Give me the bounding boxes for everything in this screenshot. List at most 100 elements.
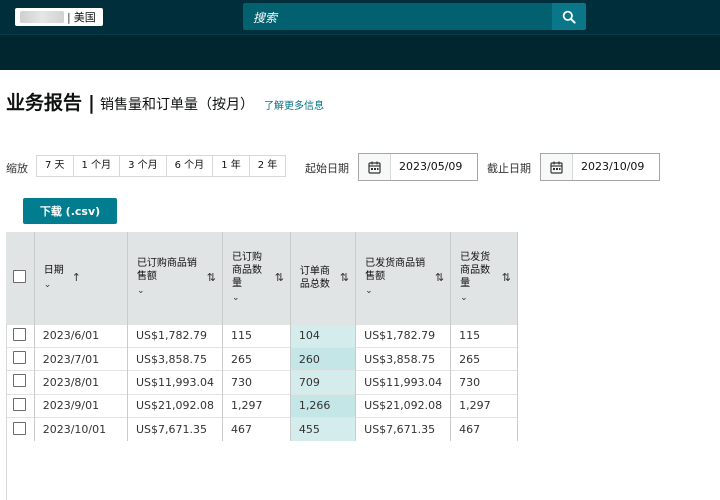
marketplace-selector[interactable]: | 美国 (15, 8, 103, 26)
column-label: 订单商品总数 (299, 265, 330, 290)
cell-ordered-sales: US$3,858.75 (127, 346, 223, 371)
row-checkbox[interactable] (13, 397, 27, 411)
cell-ordered-sales: US$11,993.04 (127, 370, 223, 395)
zoom-1-month[interactable]: 1 个月 (73, 156, 121, 176)
cell-ordered-units: 115 (222, 323, 291, 348)
sort-icon[interactable]: ⇅ (275, 271, 284, 284)
cell-date: 2023/10/01 (34, 417, 128, 441)
calendar-icon[interactable] (359, 154, 391, 180)
column-label: 已订购商品数量 (231, 251, 262, 289)
table-row: 2023/7/01 US$3,858.75 265 260 US$3,858.7… (6, 346, 518, 371)
cell-date: 2023/7/01 (34, 346, 128, 371)
column-header-ordered-sales[interactable]: 已订购商品销售额 ⌄ ⇅ (127, 232, 223, 324)
cell-ordered-units: 1,297 (222, 393, 291, 418)
cell-shipped-units: 467 (450, 417, 518, 441)
cell-shipped-sales: US$1,782.79 (355, 323, 452, 348)
cell-total-order-items: 709 (290, 370, 357, 395)
top-nav-bar: | 美国 搜索 (0, 0, 720, 34)
table-header-row: 日期 ⌄ ↑ 已订购商品销售额 ⌄ ⇅ 已订购商品数量 ⌄ ⇅ 订单商品总数 ⇅… (6, 232, 518, 324)
cell-total-order-items: 455 (290, 417, 357, 441)
column-label: 已订购商品销售额 (136, 258, 197, 283)
start-date-value[interactable]: 2023/05/09 (391, 154, 470, 180)
row-checkbox[interactable] (13, 374, 27, 388)
search-box[interactable]: 搜索 (243, 3, 586, 30)
row-checkbox[interactable] (13, 421, 27, 435)
select-all-checkbox[interactable] (13, 269, 27, 283)
cell-ordered-units: 467 (222, 417, 291, 441)
sort-icon[interactable]: ⇅ (435, 271, 444, 284)
zoom-7-days[interactable]: 7 天 (37, 156, 74, 176)
zoom-label: 缩放 (6, 162, 28, 175)
column-header-shipped-sales[interactable]: 已发货商品销售额 ⌄ ⇅ (355, 232, 452, 324)
cell-ordered-sales: US$1,782.79 (127, 323, 223, 348)
marketplace-label: 美国 (73, 11, 96, 24)
search-placeholder[interactable]: 搜索 (253, 9, 277, 26)
zoom-6-months[interactable]: 6 个月 (166, 156, 214, 176)
zoom-3-months[interactable]: 3 个月 (120, 156, 167, 176)
chevron-down-icon[interactable]: ⌄ (460, 292, 496, 305)
chevron-down-icon[interactable]: ⌄ (137, 285, 197, 298)
chevron-down-icon[interactable]: ⌄ (44, 279, 68, 292)
cell-total-order-items: 104 (290, 323, 357, 348)
column-label: 日期 (43, 264, 64, 276)
zoom-2-years[interactable]: 2 年 (249, 156, 286, 176)
column-header-shipped-units[interactable]: 已发货商品数量 ⌄ ⇅ (450, 232, 518, 324)
page-title: 业务报告 (6, 92, 83, 114)
zoom-button-group: 7 天 1 个月 3 个月 6 个月 1 年 2 年 (36, 155, 287, 177)
row-checkbox[interactable] (13, 351, 27, 365)
chevron-down-icon[interactable]: ⌄ (365, 285, 425, 298)
report-subtitle: 销售量和订单量（按月） (99, 97, 254, 113)
title-divider: | (88, 92, 95, 114)
cell-shipped-sales: US$3,858.75 (355, 346, 452, 371)
start-date-label: 起始日期 (305, 162, 349, 175)
sort-icon[interactable]: ⇅ (340, 271, 349, 284)
cell-shipped-sales: US$7,671.35 (355, 417, 452, 441)
column-header-total-order-items[interactable]: 订单商品总数 ⇅ (290, 232, 357, 324)
cell-date: 2023/9/01 (34, 393, 128, 418)
sales-table: 日期 ⌄ ↑ 已订购商品销售额 ⌄ ⇅ 已订购商品数量 ⌄ ⇅ 订单商品总数 ⇅… (6, 232, 518, 441)
end-date-label: 截止日期 (487, 162, 531, 175)
chevron-down-icon[interactable]: ⌄ (232, 292, 268, 305)
zoom-1-year[interactable]: 1 年 (213, 156, 250, 176)
learn-more-link[interactable]: 了解更多信息 (264, 97, 324, 112)
start-date-picker[interactable]: 2023/05/09 (358, 153, 478, 181)
cell-ordered-units: 265 (222, 346, 291, 371)
end-date-picker[interactable]: 2023/10/09 (540, 153, 660, 181)
cell-shipped-units: 115 (450, 323, 518, 348)
search-icon (562, 10, 576, 24)
cell-date: 2023/8/01 (34, 370, 128, 395)
secondary-nav-bar (0, 34, 720, 70)
blurred-store-name (20, 11, 64, 23)
end-date-value[interactable]: 2023/10/09 (573, 154, 652, 180)
table-row: 2023/10/01 US$7,671.35 467 455 US$7,671.… (6, 417, 518, 441)
sort-ascending-icon[interactable]: ↑ (72, 271, 81, 284)
sales-table-container: 日期 ⌄ ↑ 已订购商品销售额 ⌄ ⇅ 已订购商品数量 ⌄ ⇅ 订单商品总数 ⇅… (6, 232, 518, 441)
cell-shipped-sales: US$11,993.04 (355, 370, 452, 395)
calendar-icon[interactable] (541, 154, 573, 180)
table-row: 2023/9/01 US$21,092.08 1,297 1,266 US$21… (6, 393, 518, 418)
table-row: 2023/6/01 US$1,782.79 115 104 US$1,782.7… (6, 323, 518, 348)
column-label: 已发货商品数量 (460, 251, 491, 289)
cell-total-order-items: 260 (290, 346, 357, 371)
table-left-border (6, 324, 7, 500)
select-all-header (6, 232, 35, 324)
cell-shipped-units: 730 (450, 370, 518, 395)
page-header: 业务报告 | 销售量和订单量（按月） 了解更多信息 (6, 88, 324, 115)
cell-ordered-units: 730 (222, 370, 291, 395)
row-checkbox[interactable] (13, 327, 27, 341)
column-header-date[interactable]: 日期 ⌄ ↑ (34, 232, 128, 324)
table-row: 2023/8/01 US$11,993.04 730 709 US$11,993… (6, 370, 518, 395)
search-button[interactable] (552, 3, 586, 30)
cell-shipped-units: 1,297 (450, 393, 518, 418)
column-label: 已发货商品销售额 (365, 258, 426, 283)
sort-icon[interactable]: ⇅ (207, 271, 216, 284)
cell-ordered-sales: US$21,092.08 (127, 393, 223, 418)
column-header-ordered-units[interactable]: 已订购商品数量 ⌄ ⇅ (222, 232, 291, 324)
cell-ordered-sales: US$7,671.35 (127, 417, 223, 441)
cell-shipped-units: 265 (450, 346, 518, 371)
cell-shipped-sales: US$21,092.08 (355, 393, 452, 418)
download-csv-button[interactable]: 下载 (.csv) (23, 198, 117, 224)
cell-total-order-items: 1,266 (290, 393, 357, 418)
cell-date: 2023/6/01 (34, 323, 128, 348)
sort-icon[interactable]: ⇅ (502, 271, 511, 284)
